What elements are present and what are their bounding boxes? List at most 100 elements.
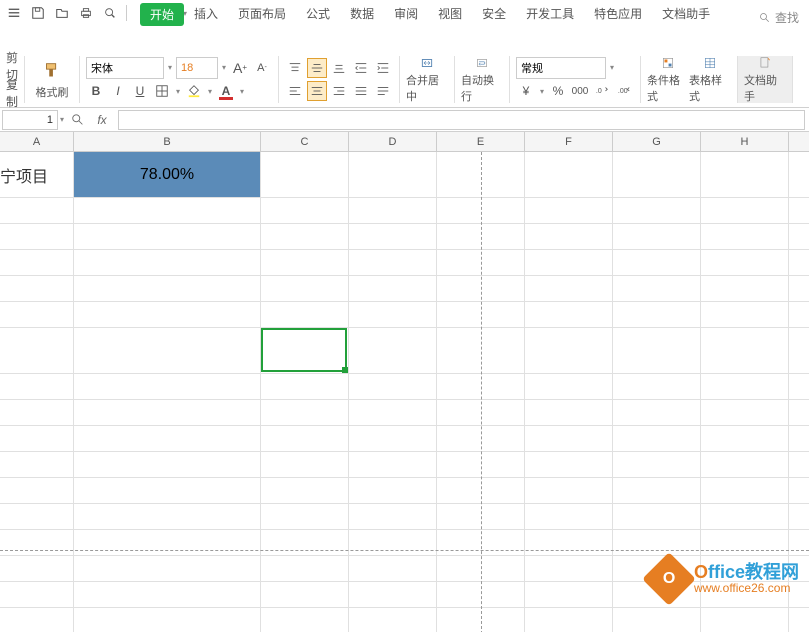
namebox-dropdown[interactable]: ▾ (58, 110, 66, 130)
cut-button[interactable]: 剪切 (6, 56, 18, 76)
cell[interactable] (525, 302, 613, 327)
cell[interactable] (349, 250, 437, 275)
tab-home[interactable]: 开始 (140, 3, 184, 26)
conditional-format-button[interactable]: 条件格式 (647, 56, 689, 104)
cell[interactable] (701, 374, 789, 399)
cell[interactable] (0, 608, 74, 632)
cell[interactable] (349, 426, 437, 451)
cell[interactable] (613, 478, 701, 503)
cell[interactable] (0, 452, 74, 477)
cell[interactable] (0, 400, 74, 425)
cell[interactable] (74, 198, 261, 223)
align-top-icon[interactable] (285, 58, 305, 78)
col-header-B[interactable]: B (74, 132, 261, 151)
tab-page-layout[interactable]: 页面布局 (228, 1, 296, 26)
cell[interactable] (349, 504, 437, 529)
formula-input[interactable] (118, 110, 805, 130)
currency-dropdown[interactable]: ▾ (538, 81, 546, 101)
font-size-select[interactable] (176, 57, 218, 79)
cell[interactable] (0, 302, 74, 327)
tab-special[interactable]: 特色应用 (584, 1, 652, 26)
increase-font-icon[interactable]: A+ (230, 58, 250, 78)
cell[interactable] (525, 328, 613, 373)
cell[interactable] (0, 504, 74, 529)
fx-icon[interactable]: fx (90, 110, 114, 130)
cell[interactable] (349, 198, 437, 223)
copy-button[interactable]: 复制 (6, 83, 18, 103)
cell[interactable] (525, 504, 613, 529)
cell[interactable] (349, 276, 437, 301)
cell[interactable] (613, 452, 701, 477)
cell[interactable] (701, 400, 789, 425)
cell[interactable] (613, 152, 701, 197)
cell[interactable] (261, 530, 349, 555)
cell[interactable] (525, 400, 613, 425)
border-dropdown[interactable]: ▾ (174, 81, 182, 101)
cell[interactable] (349, 152, 437, 197)
col-header-C[interactable]: C (261, 132, 349, 151)
tab-data[interactable]: 数据 (340, 1, 384, 26)
cell[interactable] (349, 608, 437, 632)
cell[interactable] (261, 302, 349, 327)
font-color-button[interactable]: A (216, 81, 236, 101)
cell[interactable] (0, 328, 74, 373)
font-dropdown-icon[interactable]: ▾ (166, 58, 174, 78)
cell[interactable] (261, 250, 349, 275)
merge-center-button[interactable]: 合并居中 (406, 56, 448, 104)
cell[interactable] (525, 608, 613, 632)
cell-B1[interactable]: 78.00% (74, 152, 261, 197)
currency-icon[interactable]: ¥ (516, 81, 536, 101)
cell[interactable] (261, 452, 349, 477)
cell[interactable] (613, 302, 701, 327)
cell[interactable] (74, 582, 261, 607)
percent-icon[interactable]: % (548, 81, 568, 101)
cell[interactable] (0, 426, 74, 451)
font-name-select[interactable] (86, 57, 164, 79)
cell[interactable] (0, 530, 74, 555)
cell[interactable] (701, 152, 789, 197)
cell[interactable] (613, 328, 701, 373)
cell[interactable] (525, 374, 613, 399)
name-box[interactable]: 1 (2, 110, 58, 130)
cell[interactable] (701, 608, 789, 632)
cell[interactable] (613, 198, 701, 223)
cell[interactable] (74, 478, 261, 503)
cell[interactable] (525, 426, 613, 451)
table-style-button[interactable]: 表格样式 (689, 56, 731, 104)
cell[interactable] (74, 452, 261, 477)
cell[interactable] (613, 530, 701, 555)
cell[interactable] (349, 374, 437, 399)
cell[interactable] (261, 276, 349, 301)
cell[interactable] (74, 250, 261, 275)
cell[interactable] (0, 374, 74, 399)
cell[interactable] (701, 530, 789, 555)
cell[interactable] (261, 504, 349, 529)
cell[interactable] (349, 530, 437, 555)
cell[interactable] (261, 426, 349, 451)
tab-formula[interactable]: 公式 (296, 1, 340, 26)
underline-button[interactable]: U (130, 81, 150, 101)
borders-button[interactable] (152, 81, 172, 101)
cell[interactable] (261, 328, 349, 373)
cell[interactable] (701, 198, 789, 223)
align-distribute-icon[interactable] (373, 81, 393, 101)
cell[interactable] (74, 302, 261, 327)
align-middle-icon[interactable] (307, 58, 327, 78)
format-dropdown[interactable]: ▾ (608, 58, 616, 78)
cell[interactable] (349, 556, 437, 581)
cell[interactable] (525, 224, 613, 249)
tab-review[interactable]: 审阅 (384, 1, 428, 26)
cell[interactable] (525, 556, 613, 581)
format-painter-button[interactable]: 格式刷 (31, 56, 73, 103)
col-header-F[interactable]: F (525, 132, 613, 151)
cell[interactable] (349, 302, 437, 327)
cell[interactable] (74, 530, 261, 555)
tab-doc-assistant[interactable]: 文档助手 (652, 1, 720, 26)
col-header-D[interactable]: D (349, 132, 437, 151)
cell[interactable] (261, 556, 349, 581)
cell[interactable] (261, 152, 349, 197)
align-left-icon[interactable] (285, 81, 305, 101)
size-dropdown-icon[interactable]: ▾ (220, 58, 228, 78)
cell[interactable] (0, 224, 74, 249)
cell[interactable] (613, 426, 701, 451)
